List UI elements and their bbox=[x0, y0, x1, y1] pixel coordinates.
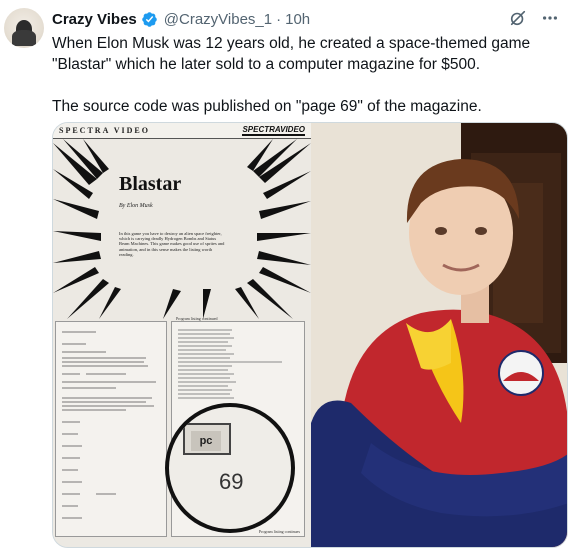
tweet-text-line-3: The source code was published on "page 6… bbox=[52, 98, 482, 115]
tweet: Crazy Vibes @CrazyVibes_1 · 10h When Elo… bbox=[0, 0, 568, 548]
listing-footer: Program listing continues bbox=[258, 529, 300, 534]
page-number: 69 bbox=[219, 469, 244, 494]
pc-box: pc bbox=[183, 423, 231, 455]
tweet-header: Crazy Vibes @CrazyVibes_1 · 10h bbox=[52, 8, 310, 30]
magazine-title: Blastar bbox=[119, 173, 182, 195]
code-listing-left bbox=[55, 321, 167, 537]
author-handle[interactable]: @CrazyVibes_1 bbox=[164, 11, 272, 28]
more-icon[interactable] bbox=[540, 8, 560, 28]
avatar[interactable] bbox=[4, 8, 44, 48]
tweet-text-line-2: "Blastar" which he later sold to a compu… bbox=[52, 56, 481, 73]
magazine-article-text: In this game you have to destroy an alie… bbox=[119, 231, 225, 257]
magazine-burst-graphic bbox=[53, 139, 311, 319]
grok-icon[interactable] bbox=[508, 8, 528, 28]
top-actions bbox=[508, 8, 560, 28]
magazine-header-left: SPECTRA VIDEO bbox=[59, 126, 150, 135]
photo-illustration bbox=[311, 123, 567, 547]
separator-dot: · bbox=[276, 10, 282, 28]
tweet-text-line-1: When Elon Musk was 12 years old, he crea… bbox=[52, 35, 531, 52]
magazine-header: SPECTRA VIDEO SPECTRAVIDEO bbox=[53, 123, 311, 139]
pc-label: pc bbox=[191, 431, 221, 451]
magnifier-zoom: pc 69 bbox=[165, 403, 295, 533]
timestamp[interactable]: 10h bbox=[285, 11, 310, 28]
magazine-byline: By Elon Musk bbox=[119, 203, 153, 209]
tweet-text: When Elon Musk was 12 years old, he crea… bbox=[52, 33, 552, 117]
young-elon-photo[interactable] bbox=[311, 123, 567, 547]
magazine-logo: SPECTRAVIDEO bbox=[242, 125, 305, 136]
author-name[interactable]: Crazy Vibes bbox=[52, 11, 137, 28]
listing-caption: Program listing continued bbox=[176, 316, 218, 321]
verified-icon bbox=[141, 11, 158, 28]
magazine-page-image[interactable]: SPECTRA VIDEO SPECTRAVIDEO Blastar By El… bbox=[53, 123, 311, 547]
tweet-media[interactable]: SPECTRA VIDEO SPECTRAVIDEO Blastar By El… bbox=[52, 122, 568, 548]
avatar-hood bbox=[12, 30, 36, 46]
